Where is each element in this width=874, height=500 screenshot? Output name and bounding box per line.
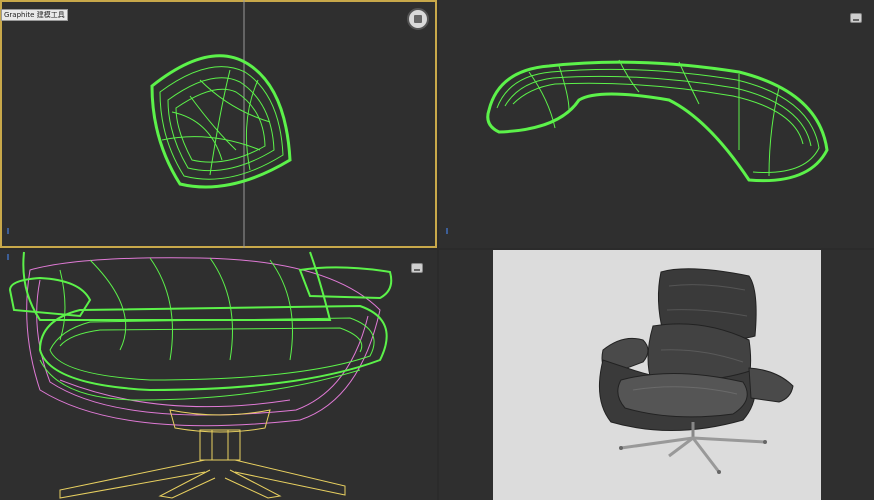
viewcube-icon[interactable] (850, 13, 862, 23)
axis-tripod-icon (7, 254, 9, 260)
viewcube-icon[interactable] (411, 263, 423, 273)
lounge-chair-render (598, 268, 794, 474)
viewport-top-right[interactable] (439, 0, 874, 248)
viewcube-home-icon[interactable] (407, 8, 429, 30)
viewport-bottom-right[interactable] (439, 250, 874, 500)
axis-tripod-icon (446, 228, 448, 234)
render-frame (493, 250, 821, 500)
viewport-top-left[interactable]: Graphite 建模工具 (0, 0, 437, 248)
cushion-wireframe (150, 0, 292, 248)
viewport-bottom-left[interactable] (0, 250, 437, 500)
chair-wireframe (8, 251, 393, 499)
graphite-toolbar-label[interactable]: Graphite 建模工具 (1, 9, 68, 21)
armrest-wireframe (486, 59, 829, 183)
axis-tripod-icon (7, 228, 9, 234)
